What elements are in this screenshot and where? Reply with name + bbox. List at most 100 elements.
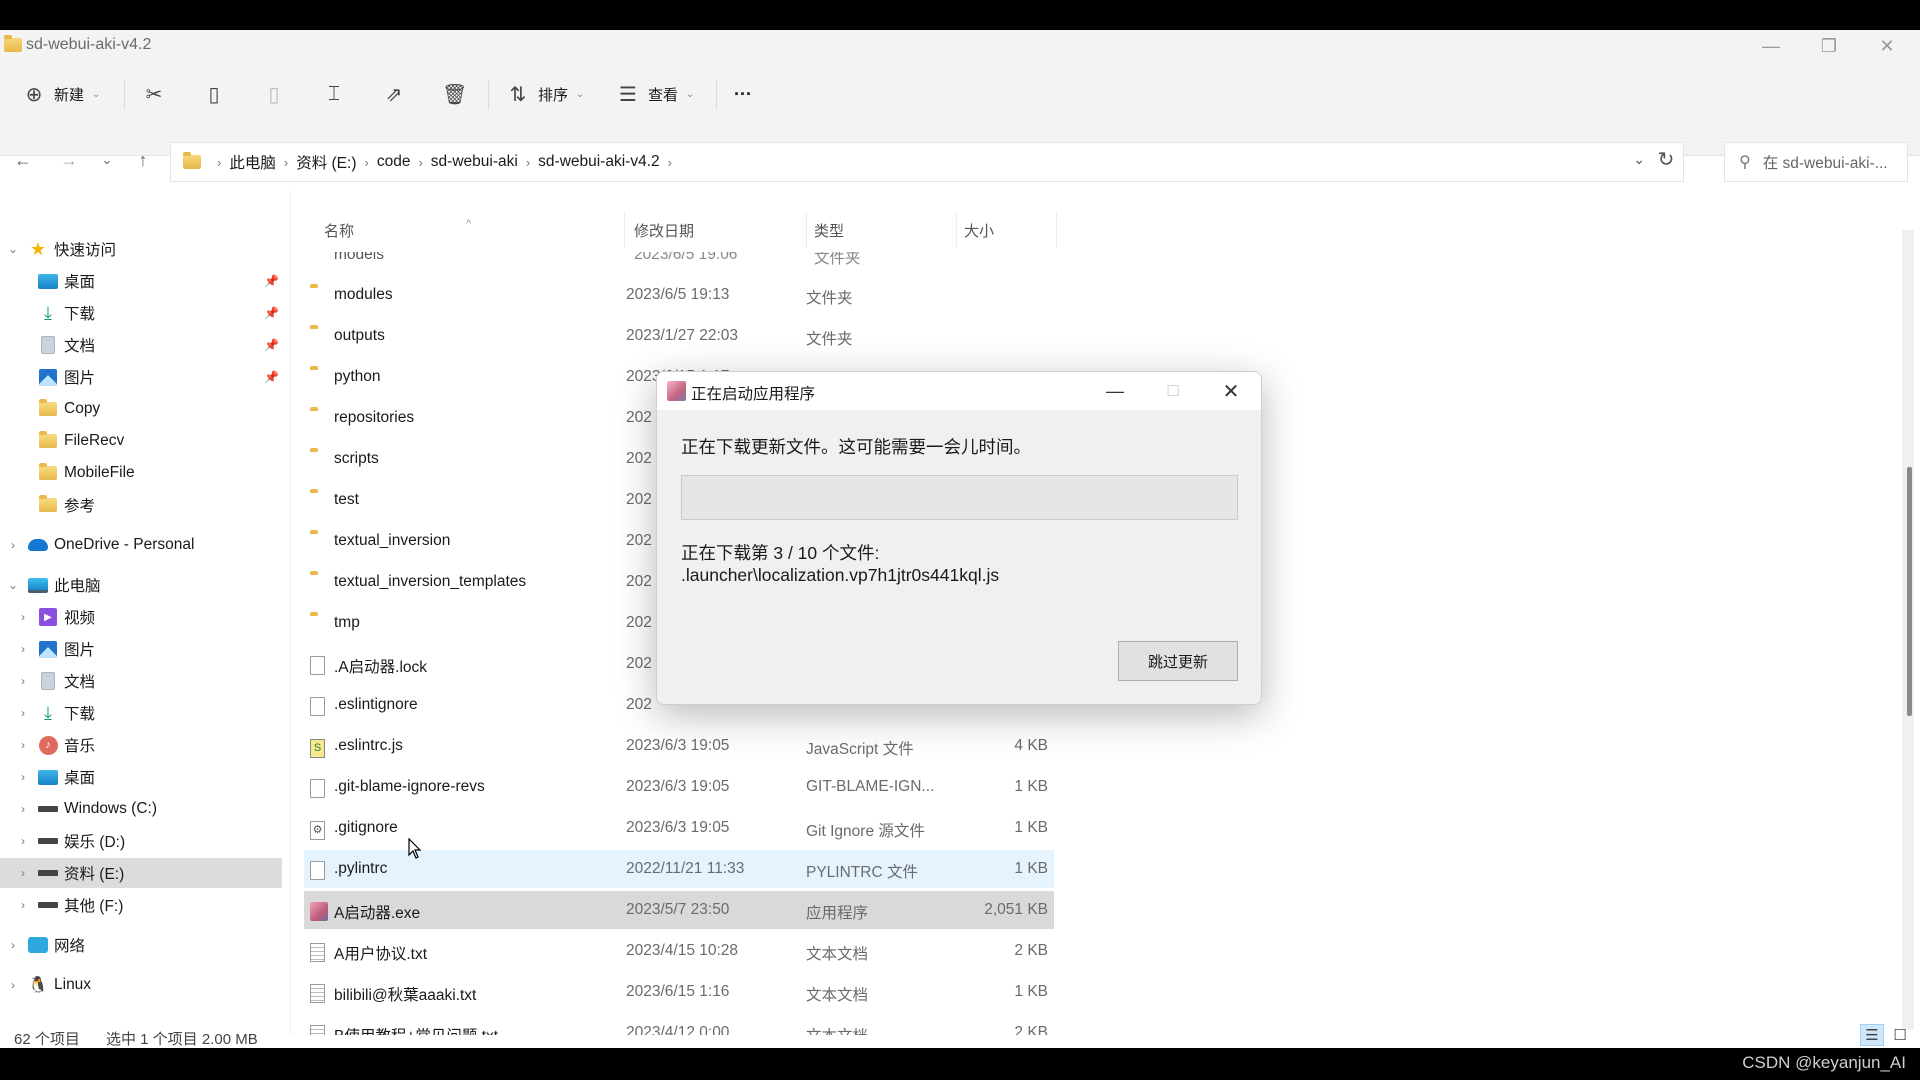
toolbar-divider: [716, 80, 717, 110]
address-bar[interactable]: › 此电脑 › 资料 (E:) › code › sd-webui-aki › …: [170, 142, 1684, 182]
chevron-right-icon[interactable]: ›: [6, 938, 20, 952]
skip-update-button[interactable]: 跳过更新: [1118, 641, 1238, 681]
column-header-name[interactable]: 名称: [324, 220, 354, 241]
sidebar-item-documents[interactable]: 文档 📌: [0, 330, 282, 360]
chevron-right-icon[interactable]: ›: [16, 802, 30, 816]
pin-icon[interactable]: 📌: [264, 338, 279, 352]
pin-icon[interactable]: 📌: [264, 306, 279, 320]
chevron-right-icon[interactable]: ›: [16, 674, 30, 688]
file-size: 1 KB: [1014, 983, 1048, 1000]
chevron-right-icon[interactable]: ›: [16, 706, 30, 720]
dialog-maximize-button[interactable]: ☐: [1145, 372, 1201, 410]
large-icons-view-button[interactable]: ☐: [1888, 1024, 1912, 1046]
chevron-down-icon[interactable]: ⌄: [6, 578, 20, 592]
chevron-right-icon[interactable]: ›: [16, 770, 30, 784]
chevron-right-icon[interactable]: ›: [6, 978, 20, 992]
details-view-button[interactable]: ☰: [1860, 1024, 1884, 1046]
dialog-close-button[interactable]: ✕: [1203, 372, 1259, 410]
sidebar-item-reference[interactable]: 参考: [0, 490, 282, 520]
sidebar-item-pictures[interactable]: 图片 📌: [0, 362, 282, 392]
file-date: 202: [626, 491, 652, 508]
sidebar-item-onedrive[interactable]: › OneDrive - Personal: [0, 530, 282, 560]
sidebar-item-drive-f[interactable]: › 其他 (F:): [0, 890, 282, 920]
file-name: A启动器.exe: [334, 905, 421, 922]
column-divider[interactable]: [806, 212, 807, 248]
download-icon: ⤓: [44, 302, 52, 323]
sidebar-item-this-pc[interactable]: ⌄ 此电脑: [0, 570, 282, 600]
sidebar-item-desktop-pc[interactable]: › 桌面: [0, 762, 282, 792]
sidebar-item-linux[interactable]: › 🐧 Linux: [0, 970, 282, 1000]
chevron-down-icon[interactable]: ⌄: [6, 242, 20, 256]
back-button[interactable]: ←: [8, 145, 38, 175]
share-button[interactable]: ⇗: [382, 76, 406, 112]
breadcrumb-drive-e[interactable]: 资料 (E:): [296, 151, 356, 173]
sidebar-item-pictures-pc[interactable]: › 图片: [0, 634, 282, 664]
restore-button[interactable]: ❐: [1800, 30, 1858, 62]
sidebar-item-quick-access[interactable]: ⌄ ★ 快速访问: [0, 234, 282, 264]
sidebar-item-mobilefile[interactable]: MobileFile: [0, 458, 282, 488]
chevron-right-icon[interactable]: ›: [16, 642, 30, 656]
search-input[interactable]: ⚲ 在 sd-webui-aki-...: [1724, 142, 1908, 182]
sidebar-label: 下载: [64, 706, 96, 723]
scrollbar-thumb[interactable]: [1907, 467, 1912, 716]
sidebar-item-drive-e[interactable]: › 资料 (E:): [0, 858, 282, 888]
minimize-button[interactable]: —: [1742, 30, 1800, 62]
column-divider[interactable]: [956, 212, 957, 248]
chevron-right-icon[interactable]: ›: [16, 866, 30, 880]
breadcrumb-sd-webui-aki[interactable]: sd-webui-aki: [431, 153, 518, 171]
sidebar-item-copy[interactable]: Copy: [0, 394, 282, 424]
chevron-right-icon[interactable]: ›: [6, 538, 20, 552]
copy-button[interactable]: ▯: [202, 76, 226, 112]
sidebar-item-filerecv[interactable]: FileRecv: [0, 426, 282, 456]
rename-button[interactable]: ⌶: [322, 76, 346, 112]
file-type: 应用程序: [806, 905, 869, 922]
breadcrumb-sd-webui-aki-v4-2[interactable]: sd-webui-aki-v4.2: [538, 153, 659, 171]
dialog-title-bar[interactable]: 正在启动应用程序 — ☐ ✕: [657, 372, 1261, 410]
chevron-right-icon[interactable]: ›: [16, 898, 30, 912]
breadcrumb-this-pc[interactable]: 此电脑: [229, 151, 276, 173]
file-name: scripts: [334, 450, 379, 467]
recent-locations-button[interactable]: ⌄: [92, 145, 122, 175]
sidebar-item-downloads-pc[interactable]: › ⤓ 下载: [0, 698, 282, 728]
more-options-button[interactable]: ···: [734, 76, 752, 112]
column-header-size[interactable]: 大小: [964, 220, 994, 241]
address-history-dropdown[interactable]: ⌄: [1633, 151, 1645, 168]
delete-button[interactable]: 🗑: [442, 76, 467, 112]
file-row[interactable]: A用户协议.txt 2023/4/15 10:28 文本文档 2 KB: [304, 932, 1054, 970]
pin-icon[interactable]: 📌: [264, 370, 279, 384]
refresh-button[interactable]: ↻: [1651, 147, 1681, 172]
sidebar-item-desktop[interactable]: 桌面 📌: [0, 266, 282, 296]
column-header-type[interactable]: 类型: [814, 220, 844, 241]
column-divider[interactable]: [624, 212, 625, 248]
file-row[interactable]: outputs 2023/1/27 22:03 文件夹: [304, 317, 1054, 355]
new-button[interactable]: ⊕ 新建 ⌄: [22, 76, 101, 112]
sidebar-item-downloads[interactable]: ⤓ 下载 📌: [0, 298, 282, 328]
column-divider[interactable]: [1056, 212, 1057, 248]
pin-icon[interactable]: 📌: [264, 274, 279, 288]
file-row[interactable]: .git-blame-ignore-revs 2023/6/3 19:05 GIT-…: [304, 768, 1054, 806]
column-header-date[interactable]: 修改日期: [634, 220, 694, 241]
sidebar-item-music[interactable]: › ♪ 音乐: [0, 730, 282, 760]
sidebar-item-network[interactable]: › 网络: [0, 930, 282, 960]
file-row[interactable]: A启动器.exe 2023/5/7 23:50 应用程序 2,051 KB: [304, 891, 1054, 929]
forward-button[interactable]: →: [54, 145, 84, 175]
paste-button[interactable]: ▯: [262, 76, 286, 112]
file-row[interactable]: bilibili@秋葉aaaki.txt 2023/6/15 1:16 文本文档 1 …: [304, 973, 1054, 1011]
sidebar-item-videos[interactable]: › ▶ 视频: [0, 602, 282, 632]
file-row[interactable]: S .eslintrc.js 2023/6/3 19:05 JavaScript 文件…: [304, 727, 1054, 765]
sidebar-item-documents-pc[interactable]: › 文档: [0, 666, 282, 696]
sidebar-item-drive-c[interactable]: › Windows (C:): [0, 794, 282, 824]
chevron-right-icon[interactable]: ›: [16, 834, 30, 848]
copy-icon: ▯: [208, 83, 220, 106]
breadcrumb-code[interactable]: code: [377, 153, 411, 171]
chevron-right-icon[interactable]: ›: [16, 738, 30, 752]
dialog-minimize-button[interactable]: —: [1087, 372, 1143, 410]
close-button[interactable]: ✕: [1858, 30, 1916, 62]
chevron-right-icon[interactable]: ›: [16, 610, 30, 624]
up-button[interactable]: ↑: [128, 145, 158, 175]
file-row[interactable]: modules 2023/6/5 19:13 文件夹: [304, 276, 1054, 314]
sort-button[interactable]: ⇅ 排序 ⌄: [506, 76, 585, 112]
cut-button[interactable]: ✂: [142, 76, 166, 112]
sidebar-item-drive-d[interactable]: › 娱乐 (D:): [0, 826, 282, 856]
view-button[interactable]: ☰ 查看 ⌄: [616, 76, 694, 112]
